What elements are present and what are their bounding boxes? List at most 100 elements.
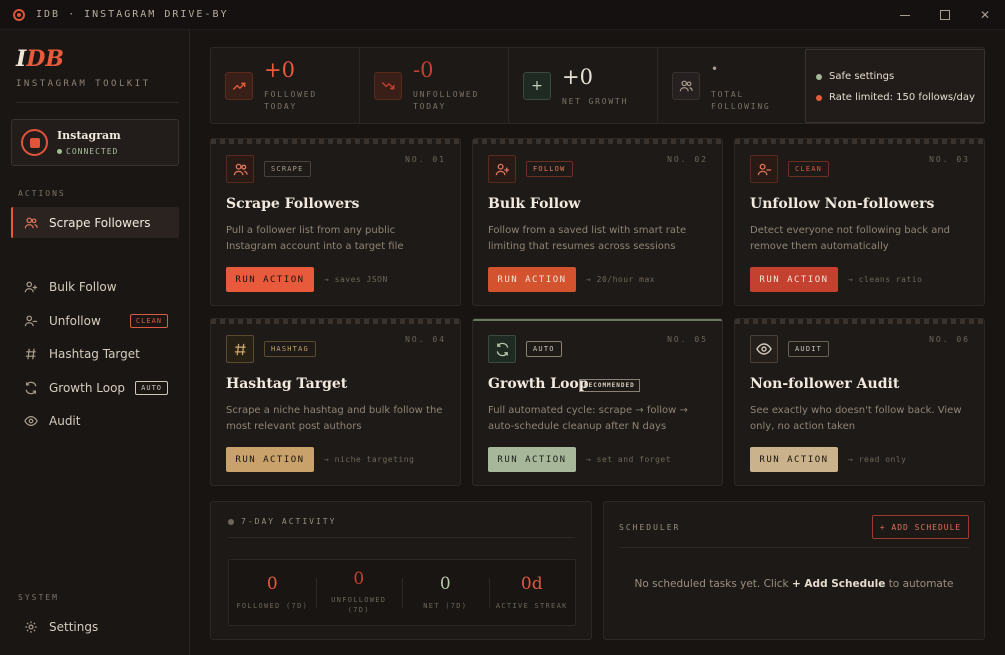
run-action-button[interactable]: RUN ACTION xyxy=(226,447,314,472)
activity-panel: 7-DAY ACTIVITY 0 FOLLOWED (7D) 0 UNFOLLO… xyxy=(210,501,592,640)
account-name: Instagram xyxy=(57,129,121,142)
activity-label: NET (7D) xyxy=(423,602,468,610)
card-hint: → cleans ratio xyxy=(848,275,923,284)
run-action-button[interactable]: RUN ACTION xyxy=(488,447,576,472)
card-number: NO. 06 xyxy=(929,335,970,344)
stat-followed-today: +0 FOLLOWED TODAY xyxy=(211,48,360,123)
run-action-button[interactable]: RUN ACTION xyxy=(750,447,838,472)
refresh-icon xyxy=(488,335,516,363)
scheduler-title: SCHEDULER xyxy=(619,523,681,532)
activity-value: 0 xyxy=(266,574,278,594)
run-action-button[interactable]: RUN ACTION xyxy=(488,267,576,292)
activity-net: 0 NET (7D) xyxy=(402,560,489,625)
card-description: Full automated cycle: scrape → follow → … xyxy=(488,405,688,432)
status-dot xyxy=(228,518,234,525)
activity-value: 0 xyxy=(353,569,365,589)
sidebar-item-label: Settings xyxy=(49,619,99,634)
logo-letters-db: DB xyxy=(26,46,64,72)
account-card[interactable]: Instagram CONNECTED xyxy=(11,119,179,166)
user-minus-icon xyxy=(750,155,778,183)
maximize-icon xyxy=(940,10,950,20)
activity-label: FOLLOWED (7D) xyxy=(236,602,309,610)
connection-status: CONNECTED xyxy=(57,147,118,156)
sidebar-item-label: Bulk Follow xyxy=(49,279,117,294)
card-bulk-follow: FOLLOW NO. 02 Bulk Follow Follow from a … xyxy=(472,138,723,306)
card-number: NO. 05 xyxy=(667,335,708,344)
net-label: NET GROWTH xyxy=(562,97,629,106)
unfollowed-label: UNFOLLOWED TODAY xyxy=(413,90,480,111)
logo-letter-i: I xyxy=(16,46,27,72)
settings-notes: Safe settings Rate limited: 150 follows/… xyxy=(805,49,985,123)
followed-label: FOLLOWED TODAY xyxy=(264,90,317,111)
minimize-button[interactable] xyxy=(885,0,925,30)
activity-title: 7-DAY ACTIVITY xyxy=(228,517,336,526)
card-tag: FOLLOW xyxy=(526,161,573,177)
card-title: Hashtag Target xyxy=(226,376,348,392)
activity-followed: 0 FOLLOWED (7D) xyxy=(229,560,316,625)
card-hint: → niche targeting xyxy=(324,455,415,464)
card-number: NO. 04 xyxy=(405,335,446,344)
stat-total-following: • TOTAL FOLLOWING xyxy=(658,48,807,123)
eye-icon xyxy=(24,414,38,428)
logo: IDB xyxy=(16,46,64,72)
rate-limit-note: Rate limited: 150 follows/day xyxy=(816,92,975,103)
trending-up-icon xyxy=(225,72,253,100)
stat-net-growth: + +0 NET GROWTH xyxy=(509,48,658,123)
run-action-button[interactable]: RUN ACTION xyxy=(750,267,838,292)
maximize-button[interactable] xyxy=(925,0,965,30)
sidebar-item-unfollow[interactable]: Unfollow CLEAN xyxy=(11,305,179,336)
add-schedule-link[interactable]: + Add Schedule xyxy=(792,578,885,590)
sidebar-item-label: Audit xyxy=(49,413,81,428)
net-value: +0 xyxy=(562,65,593,89)
activity-value: 0d xyxy=(520,574,543,594)
minimize-icon xyxy=(900,14,910,16)
card-unfollow-non-followers: CLEAN NO. 03 Unfollow Non-followers Dete… xyxy=(734,138,985,306)
total-label: TOTAL FOLLOWING xyxy=(711,90,771,111)
hash-icon xyxy=(24,347,38,361)
activity-streak: 0d ACTIVE STREAK xyxy=(488,560,576,625)
divider xyxy=(228,537,575,538)
card-growth-loop: AUTO NO. 05 Growth Loop RECOMMENDED Full… xyxy=(472,318,723,486)
sidebar-item-label: Scrape Followers xyxy=(49,215,151,230)
card-title: Growth Loop xyxy=(488,376,589,392)
activity-value: 0 xyxy=(439,574,451,594)
auto-badge: AUTO xyxy=(135,380,168,395)
sidebar-item-bulk-follow[interactable]: Bulk Follow xyxy=(11,271,179,302)
close-button[interactable]: ✕ xyxy=(965,0,1005,30)
sidebar-item-scrape-followers[interactable]: Scrape Followers xyxy=(11,207,179,238)
sidebar-item-label: Hashtag Target xyxy=(49,346,140,361)
card-title: Unfollow Non-followers xyxy=(750,196,935,212)
user-plus-icon xyxy=(24,280,38,294)
sidebar-item-settings[interactable]: Settings xyxy=(11,611,179,642)
logo-subtitle: INSTAGRAM TOOLKIT xyxy=(16,79,151,89)
followed-value: +0 xyxy=(264,58,295,82)
trending-down-icon xyxy=(374,72,402,100)
recommended-badge: RECOMMENDED xyxy=(579,379,640,392)
card-hint: → set and forget xyxy=(586,455,672,464)
card-hint: → 20/hour max xyxy=(586,275,656,284)
divider xyxy=(619,547,969,548)
card-number: NO. 02 xyxy=(667,155,708,164)
user-plus-icon xyxy=(488,155,516,183)
gear-icon xyxy=(24,620,38,634)
card-tag: CLEAN xyxy=(788,161,830,177)
card-title: Scrape Followers xyxy=(226,196,360,212)
divider xyxy=(16,102,179,103)
card-tag: AUDIT xyxy=(788,341,830,357)
window-title: IDB · INSTAGRAM DRIVE-BY xyxy=(36,9,229,20)
total-value: • xyxy=(711,62,719,76)
safe-settings-note: Safe settings xyxy=(816,71,894,82)
plus-icon: + xyxy=(523,72,551,100)
stat-unfollowed-today: -0 UNFOLLOWED TODAY xyxy=(360,48,509,123)
card-non-follower-audit: AUDIT NO. 06 Non-follower Audit See exac… xyxy=(734,318,985,486)
sidebar-item-hashtag-target[interactable]: Hashtag Target xyxy=(11,338,179,369)
card-tag: SCRAPE xyxy=(264,161,311,177)
sidebar-item-audit[interactable]: Audit xyxy=(11,405,179,436)
add-schedule-button[interactable]: + ADD SCHEDULE xyxy=(872,515,969,539)
sidebar-item-growth-loop[interactable]: Growth Loop AUTO xyxy=(11,372,179,403)
card-tag: AUTO xyxy=(526,341,562,357)
stats-bar: +0 FOLLOWED TODAY -0 UNFOLLOWED TODAY + +0… xyxy=(210,47,985,124)
card-scrape-followers: SCRAPE NO. 01 Scrape Followers Pull a fo… xyxy=(210,138,461,306)
user-minus-icon xyxy=(24,314,38,328)
run-action-button[interactable]: RUN ACTION xyxy=(226,267,314,292)
